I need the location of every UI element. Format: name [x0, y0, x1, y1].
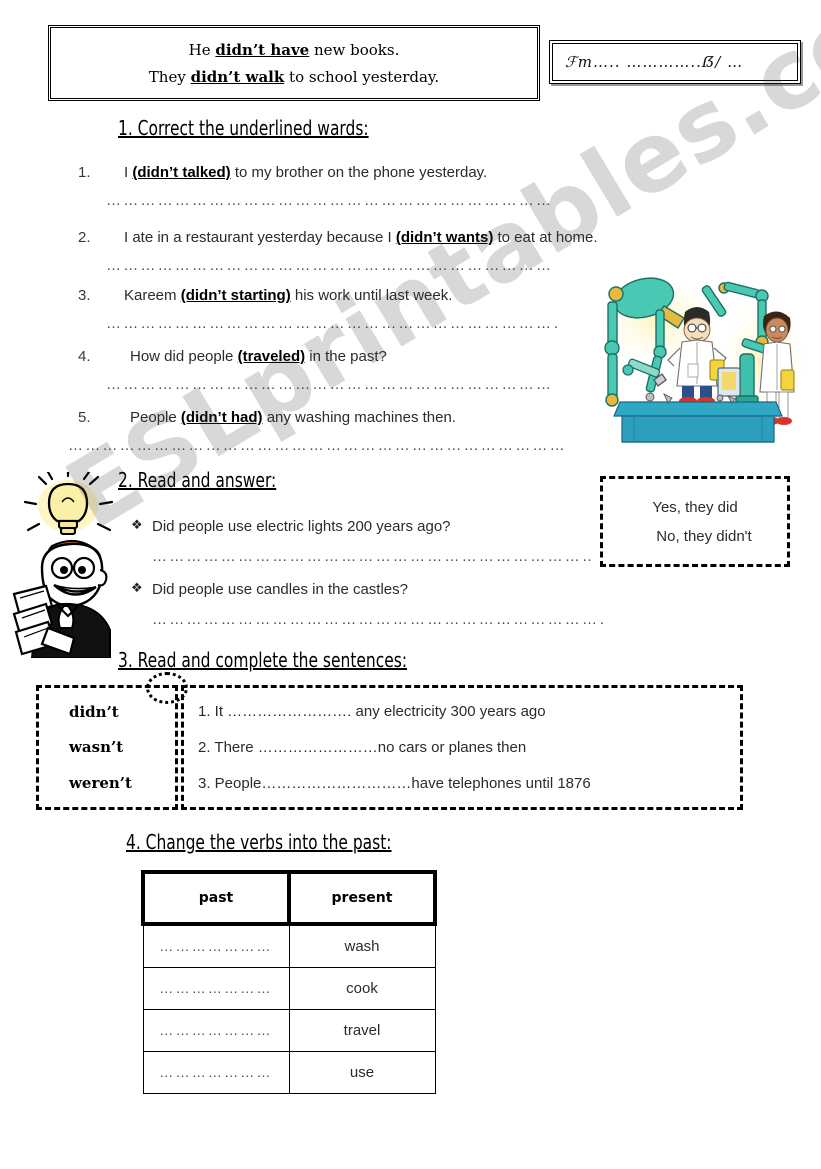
- table-header-past: past: [141, 870, 291, 926]
- question-2-text: I ate in a restaurant yesterday because …: [124, 229, 598, 246]
- table-cell-past-1-dots: …………………: [159, 938, 273, 954]
- table-cell-past-2-dots: …………………: [159, 980, 273, 996]
- name-date-line: ℱm….. …………..ẞ/ …: [565, 53, 744, 71]
- table-row: ………………… use: [142, 1051, 436, 1094]
- answer-key-affirmative: Yes, they did: [652, 498, 738, 516]
- section-3-heading: 3. Read and complete the sentences:: [118, 648, 408, 672]
- table-cell-past-4-dots: …………………: [159, 1064, 273, 1080]
- answer-key-box: Yes, they did No, they didn't: [600, 476, 790, 567]
- verb-table: past present ………………… wash ………………… cook ……: [141, 870, 437, 1094]
- table-cell-present-3: travel: [288, 1009, 436, 1052]
- section-2-question-2: Did people use candles in the castles?: [152, 581, 408, 598]
- question-1-number: 1.: [78, 164, 91, 181]
- word-bank-box: didn’t wasn’t weren’t: [36, 685, 178, 810]
- question-4-pre: How did people: [130, 348, 238, 365]
- robotics-lab-illustration: [592, 268, 804, 450]
- question-3-number: 3.: [78, 287, 91, 304]
- question-1-text: I (didn’t talked) to my brother on the p…: [124, 164, 487, 181]
- table-cell-past-3-dots: …………………: [159, 1022, 273, 1038]
- section-2-answer-line-2[interactable]: ………………………………………………………………………………: [152, 611, 604, 628]
- question-5-pre: People: [130, 409, 181, 426]
- name-date-box[interactable]: ℱm….. …………..ẞ/ …: [549, 40, 801, 84]
- question-1-bold: (didn’t talked): [132, 164, 231, 181]
- question-5-text: People (didn’t had) any washing machines…: [130, 409, 456, 426]
- complete-sentence-1[interactable]: 1. It ……………………. any electricity 300 year…: [198, 703, 740, 720]
- table-header-row: past present: [141, 870, 437, 926]
- question-2-bold: (didn’t wants): [395, 229, 494, 246]
- table-cell-present-2: cook: [288, 967, 436, 1010]
- table-cell-present-1: wash: [288, 923, 436, 968]
- table-cell-past-4[interactable]: …………………: [142, 1051, 290, 1094]
- bullet-icon: ❖: [131, 581, 143, 596]
- example-sentence-1-prefix: He: [188, 40, 216, 59]
- question-3-pre: Kareem: [124, 287, 181, 304]
- word-bank-item-didnt[interactable]: didn’t: [69, 703, 175, 721]
- worksheet-page: ESLprintables.com He didn’t have new boo…: [0, 0, 821, 1169]
- dotted-ellipse-decoration: [146, 672, 188, 704]
- question-2-post: to eat at home.: [493, 229, 598, 246]
- example-sentence-2-prefix: They: [148, 67, 191, 86]
- question-5-bold: (didn’t had): [180, 409, 263, 426]
- question-5-post: any washing machines then.: [262, 409, 456, 426]
- question-4-number: 4.: [78, 348, 91, 365]
- answer-line-2[interactable]: ………………………………………………………………………………: [106, 257, 550, 274]
- idea-lightbulb-illustration: [12, 472, 144, 658]
- question-2-pre: I ate in a restaurant yesterday because …: [124, 229, 396, 246]
- table-row: ………………… wash: [142, 923, 436, 968]
- complete-sentences-box: 1. It ……………………. any electricity 300 year…: [181, 685, 743, 810]
- example-sentence-2: They didn’t walk to school yesterday.: [149, 68, 439, 86]
- example-sentence-2-bold: didn’t walk: [190, 67, 285, 86]
- section-2-heading: 2. Read and answer:: [118, 468, 277, 492]
- answer-line-4[interactable]: ………………………………………………………………………………: [106, 376, 554, 393]
- table-row: ………………… travel: [142, 1009, 436, 1052]
- section-2-question-1: Did people use electric lights 200 years…: [152, 518, 451, 535]
- question-1-post: to my brother on the phone yesterday.: [230, 164, 488, 181]
- question-5-number: 5.: [78, 409, 91, 426]
- answer-line-5[interactable]: ………………………………………………………………………………: [68, 437, 568, 454]
- question-4-text: How did people (traveled) in the past?: [130, 348, 387, 365]
- bullet-icon: ❖: [131, 518, 143, 533]
- section-1-heading: 1. Correct the underlined wards:: [118, 116, 369, 140]
- table-cell-past-2[interactable]: …………………: [142, 967, 290, 1010]
- question-3-bold: (didn’t starting): [180, 287, 291, 304]
- table-cell-past-1[interactable]: …………………: [142, 923, 290, 968]
- example-sentence-1-suffix: new books.: [309, 40, 400, 59]
- complete-sentence-3[interactable]: 3. People…………………………have telephones until…: [198, 775, 740, 792]
- word-bank-item-wasnt[interactable]: wasn’t: [69, 738, 175, 756]
- example-sentence-1-bold: didn’t have: [215, 40, 310, 59]
- answer-line-1[interactable]: ………………………………………………………………………………: [106, 192, 554, 209]
- table-row: ………………… cook: [142, 967, 436, 1010]
- question-3-post: his work until last week.: [290, 287, 453, 304]
- answer-line-3[interactable]: ………………………………………………………………………………: [106, 315, 558, 332]
- table-cell-present-4: use: [288, 1051, 436, 1094]
- table-cell-past-3[interactable]: …………………: [142, 1009, 290, 1052]
- table-header-present: present: [287, 870, 437, 926]
- section-2-answer-line-1[interactable]: ………………………………………………………………………………: [152, 548, 592, 565]
- word-bank-item-werent[interactable]: weren’t: [69, 774, 175, 792]
- example-sentence-2-suffix: to school yesterday.: [284, 67, 440, 86]
- section-4-heading: 4. Change the verbs into the past:: [126, 830, 392, 854]
- question-3-text: Kareem (didn’t starting) his work until …: [124, 287, 452, 304]
- example-sentences-box: He didn’t have new books. They didn’t wa…: [48, 25, 540, 101]
- complete-sentence-2[interactable]: 2. There ……………………no cars or planes then: [198, 739, 740, 756]
- question-4-post: in the past?: [305, 348, 387, 365]
- example-sentence-1: He didn’t have new books.: [189, 41, 400, 59]
- answer-key-negative: No, they didn't: [656, 527, 752, 545]
- question-2-number: 2.: [78, 229, 91, 246]
- question-4-bold: (traveled): [237, 348, 306, 365]
